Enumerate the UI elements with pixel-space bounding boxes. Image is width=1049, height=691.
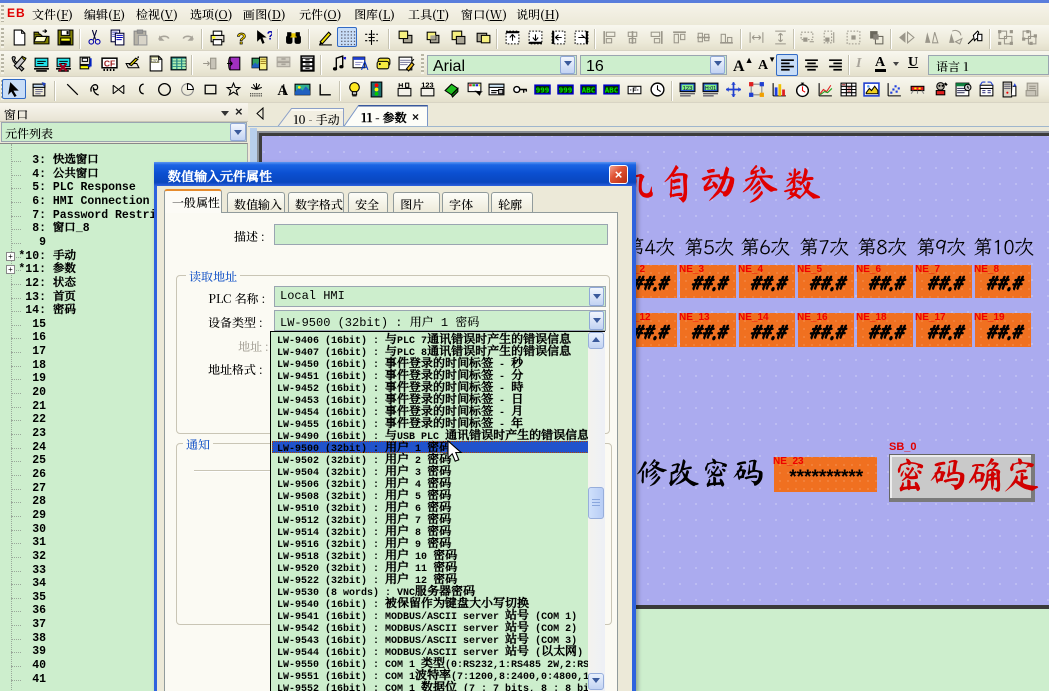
- svg-text:ABC: ABC: [604, 85, 617, 94]
- svg-text:999: 999: [558, 85, 571, 94]
- svg-text:H:01: H:01: [704, 85, 715, 91]
- svg-text:123: 123: [682, 85, 692, 91]
- svg-text:?: ?: [266, 29, 271, 42]
- svg-text:ABC: ABC: [581, 85, 594, 94]
- svg-text:?: ?: [236, 30, 246, 45]
- svg-text:·F·: ·F·: [629, 85, 638, 94]
- svg-text:123: 123: [421, 81, 433, 89]
- svg-text:A: A: [277, 82, 288, 97]
- svg-text:999: 999: [535, 85, 548, 94]
- svg-text:CF: CF: [103, 58, 114, 68]
